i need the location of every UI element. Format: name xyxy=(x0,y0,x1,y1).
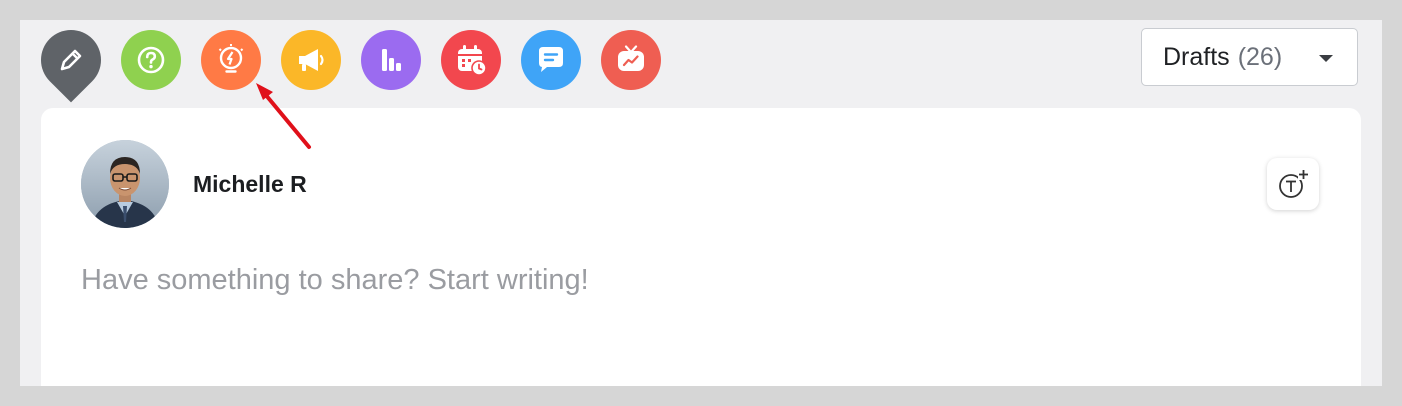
poll-post-button[interactable] xyxy=(361,30,421,90)
drafts-dropdown[interactable]: Drafts (26) xyxy=(1141,28,1358,86)
live-post-button[interactable] xyxy=(601,30,661,90)
question-mark-icon xyxy=(137,46,165,74)
post-editor-card: Michelle R Have something to share? Star… xyxy=(41,108,1361,386)
add-text-format-button[interactable] xyxy=(1267,158,1319,210)
announcement-post-button[interactable] xyxy=(281,30,341,90)
post-type-toolbar: Drafts (26) xyxy=(20,20,1382,110)
chevron-down-icon xyxy=(1319,55,1333,62)
post-composer-panel: Drafts (26) Michelle R Have something to… xyxy=(20,20,1382,386)
author-photo xyxy=(81,140,169,228)
avatar xyxy=(81,140,169,228)
discussion-post-button[interactable] xyxy=(521,30,581,90)
pencil-icon xyxy=(60,49,82,71)
tv-trend-icon xyxy=(618,45,644,71)
author-name: Michelle R xyxy=(193,171,307,197)
write-post-button[interactable] xyxy=(28,20,114,103)
megaphone-icon xyxy=(299,49,324,71)
event-post-button[interactable] xyxy=(441,30,501,90)
drafts-count: (26) xyxy=(1237,42,1283,71)
idea-post-button[interactable] xyxy=(201,30,261,90)
post-text-input[interactable]: Have something to share? Start writing! xyxy=(81,264,981,297)
drafts-label: Drafts xyxy=(1163,42,1230,71)
lightbulb-icon xyxy=(218,44,244,73)
text-add-icon xyxy=(1279,169,1309,198)
question-post-button[interactable] xyxy=(121,30,181,90)
chat-bubble-icon xyxy=(539,47,563,72)
calendar-clock-icon xyxy=(458,45,487,76)
bar-chart-icon xyxy=(382,49,401,71)
